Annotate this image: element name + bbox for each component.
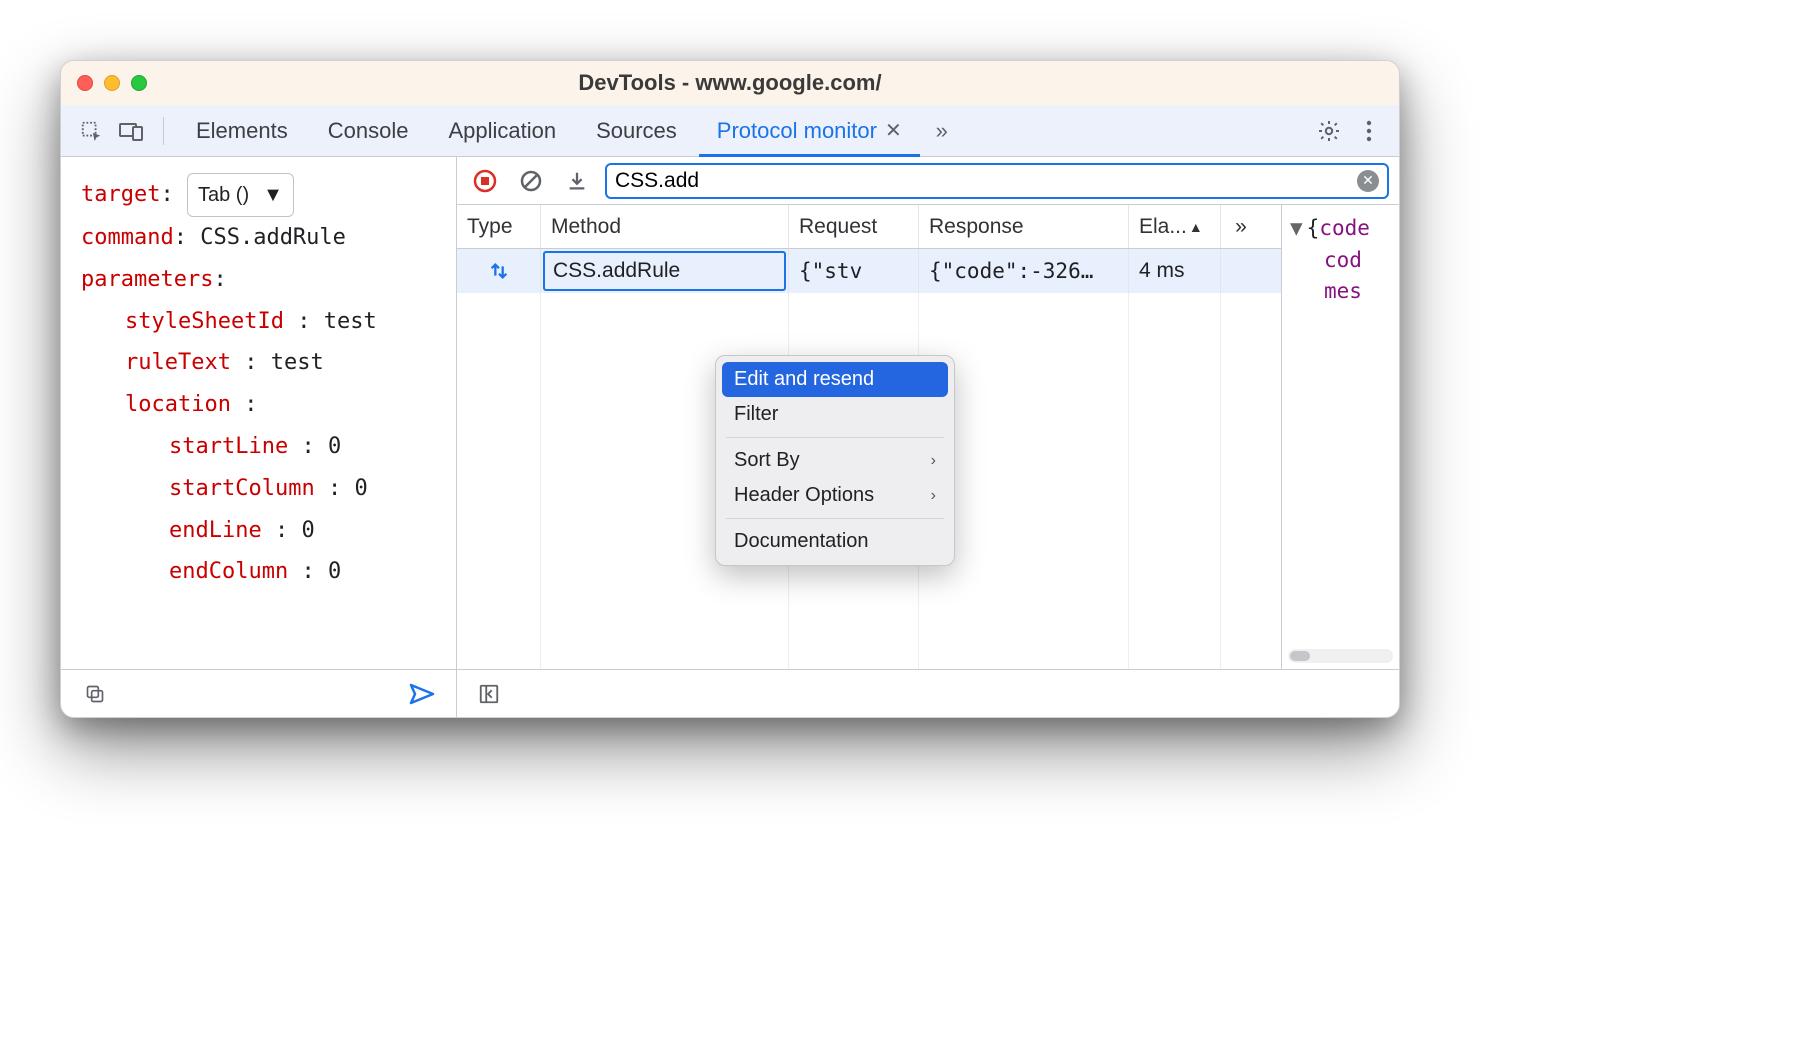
separator [163, 117, 164, 145]
record-button[interactable] [467, 163, 503, 199]
horizontal-scrollbar[interactable] [1288, 649, 1393, 663]
inspect-element-icon[interactable] [73, 113, 109, 149]
sort-asc-icon: ▲ [1189, 219, 1203, 235]
context-menu: Edit and resend Filter Sort By› Header O… [715, 355, 955, 566]
target-label: target [81, 182, 160, 207]
minimize-window-button[interactable] [104, 75, 120, 91]
collapse-toggle-icon[interactable]: ▼ [1290, 216, 1303, 240]
tab-application[interactable]: Application [430, 105, 574, 157]
response-detail-panel[interactable]: ▼{code cod mes [1281, 205, 1399, 669]
menu-header-options[interactable]: Header Options› [722, 478, 948, 513]
clear-log-icon[interactable] [513, 163, 549, 199]
editor-footer [61, 669, 456, 717]
menu-separator [726, 437, 944, 438]
toggle-drawer-icon[interactable] [471, 676, 507, 712]
close-window-button[interactable] [77, 75, 93, 91]
traffic-lights [77, 75, 147, 91]
menu-separator [726, 518, 944, 519]
command-label: command [81, 225, 174, 250]
protocol-log-panel: ✕ Type Method Request Response Ela...▲ » [457, 157, 1399, 717]
menu-documentation[interactable]: Documentation [722, 524, 948, 559]
elapsed-cell: 4 ms [1129, 249, 1221, 293]
close-tab-icon[interactable]: ✕ [885, 118, 902, 143]
parameters-label: parameters [81, 267, 213, 292]
window-title: DevTools - www.google.com/ [61, 70, 1399, 96]
download-icon[interactable] [559, 163, 595, 199]
chevron-right-icon: › [931, 452, 936, 470]
send-button[interactable] [404, 676, 440, 712]
response-cell: {"code":-326… [919, 249, 1129, 293]
chevron-down-icon: ▼ [263, 176, 283, 214]
devtools-window: DevTools - www.google.com/ Elements Cons… [60, 60, 1400, 718]
table-header: Type Method Request Response Ela...▲ » [457, 205, 1281, 249]
panel-body: target: Tab () ▼ command: CSS.addRule pa… [61, 157, 1399, 717]
kebab-menu-icon[interactable] [1351, 113, 1387, 149]
menu-filter[interactable]: Filter [722, 397, 948, 432]
chevron-right-icon: › [931, 487, 936, 505]
clear-search-icon[interactable]: ✕ [1357, 170, 1379, 192]
tab-elements[interactable]: Elements [178, 105, 306, 157]
command-editor[interactable]: target: Tab () ▼ command: CSS.addRule pa… [61, 157, 456, 669]
tab-sources[interactable]: Sources [578, 105, 695, 157]
more-columns-icon[interactable]: » [1221, 205, 1261, 248]
titlebar: DevTools - www.google.com/ [61, 61, 1399, 105]
log-toolbar: ✕ [457, 157, 1399, 205]
tab-console[interactable]: Console [310, 105, 427, 157]
col-request[interactable]: Request [789, 205, 919, 248]
send-receive-icon [488, 260, 510, 282]
devtools-tabbar: Elements Console Application Sources Pro… [61, 105, 1399, 157]
tab-protocol-monitor[interactable]: Protocol monitor ✕ [699, 105, 920, 157]
search-input[interactable] [615, 169, 1351, 193]
col-elapsed[interactable]: Ela...▲ [1129, 205, 1221, 248]
col-response[interactable]: Response [919, 205, 1129, 248]
col-method[interactable]: Method [541, 205, 789, 248]
request-cell: {"stv [789, 249, 919, 293]
menu-edit-resend[interactable]: Edit and resend [722, 362, 948, 397]
command-value: CSS.addRule [200, 225, 346, 250]
copy-icon[interactable] [77, 676, 113, 712]
log-footer [457, 669, 1399, 717]
menu-sort-by[interactable]: Sort By› [722, 443, 948, 478]
settings-gear-icon[interactable] [1311, 113, 1347, 149]
zoom-window-button[interactable] [131, 75, 147, 91]
selected-method-cell: CSS.addRule [543, 251, 786, 291]
col-type[interactable]: Type [457, 205, 541, 248]
command-editor-panel: target: Tab () ▼ command: CSS.addRule pa… [61, 157, 457, 717]
more-tabs-icon[interactable]: » [924, 113, 960, 149]
table-row[interactable]: CSS.addRule {"stv {"code":-326… 4 ms [457, 249, 1281, 293]
target-select[interactable]: Tab () ▼ [187, 173, 294, 217]
device-toolbar-icon[interactable] [113, 113, 149, 149]
filter-search[interactable]: ✕ [605, 163, 1389, 199]
